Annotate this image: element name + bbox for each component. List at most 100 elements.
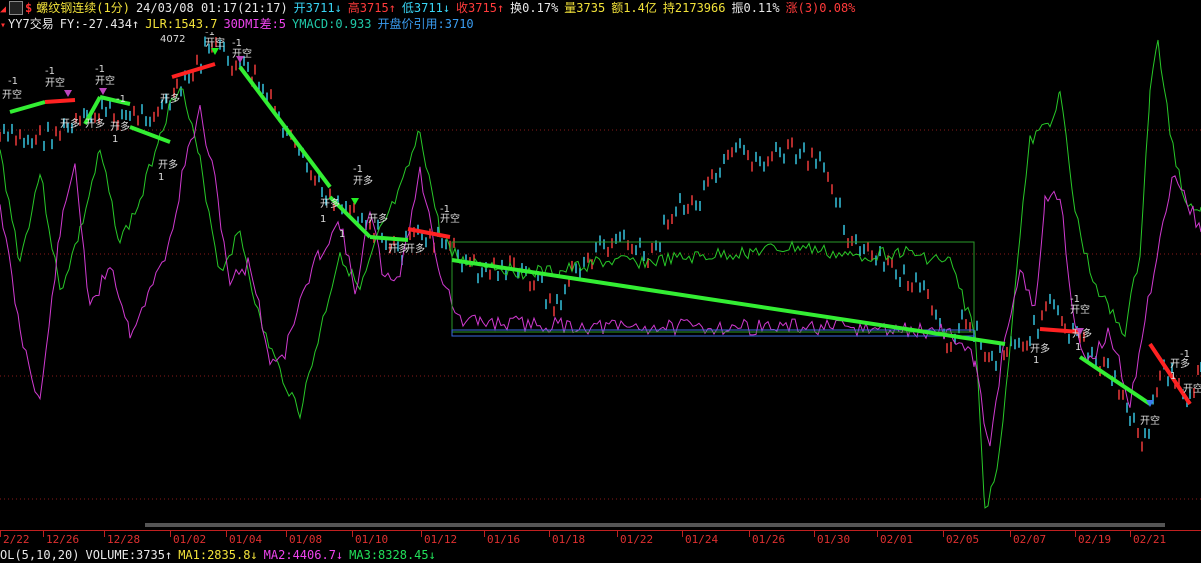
- signal-line: [238, 65, 332, 189]
- signal-annotation: 4072: [160, 34, 185, 45]
- date-tick: [352, 531, 353, 537]
- quote-item-0: 开3711↓: [293, 1, 342, 15]
- date-label: 02/21: [1133, 533, 1167, 546]
- chart-scrollbar[interactable]: [145, 523, 1165, 527]
- signal-annotation: 开空: [95, 74, 115, 87]
- signal-annotation: 开空: [1183, 382, 1201, 395]
- indicator-item-1: JLR:1543.7: [145, 17, 218, 31]
- quote-item-3: 收3715↑: [456, 1, 505, 15]
- indicator-item-3: YMACD:0.933: [292, 17, 372, 31]
- date-label: 12/26: [46, 533, 80, 546]
- signal-annotation: 开多: [320, 197, 340, 210]
- signal-line: [9, 100, 46, 114]
- date-tick: [617, 531, 618, 537]
- signal-annotation: 1: [112, 134, 118, 145]
- indicator-item-0: FY:-27.434↑: [59, 17, 140, 31]
- signal-annotation: 开多: [368, 212, 388, 225]
- signal-annotation: 开多: [405, 242, 425, 255]
- dollar-icon: $: [25, 1, 33, 15]
- quote-item-9: 涨(3)0.08%: [785, 1, 856, 15]
- signal-annotation: 开多: [158, 158, 178, 171]
- indicator-header: ▾ YY7交易 FY:-27.434↑ JLR:1543.7 30DMI差:5 YMACD…: [0, 16, 480, 32]
- quote-item-8: 振0.11%: [731, 1, 780, 15]
- date-tick: [286, 531, 287, 537]
- volume-item-1: MA1:2835.8↓: [178, 548, 258, 562]
- date-tick: [421, 531, 422, 537]
- quote-item-4: 换0.17%: [510, 1, 559, 15]
- signal-annotation: 开空: [1140, 414, 1160, 427]
- date-label: 02/19: [1078, 533, 1112, 546]
- date-label: 02/07: [1013, 533, 1047, 546]
- quote-header: ◢ $ 螺纹钢连续(1分) 24/03/08 01:17(21:17) 开3711↓ 高3…: [0, 0, 861, 16]
- date-tick: [170, 531, 171, 537]
- signal-annotation: -1: [1180, 349, 1190, 360]
- signal-annotation: -1: [95, 64, 105, 75]
- window-box-icon[interactable]: [9, 0, 24, 15]
- menu-triangle-icon[interactable]: ◢: [0, 4, 6, 15]
- date-label: 01/08: [289, 533, 323, 546]
- date-tick: [0, 531, 1, 537]
- volume-item-0: VOLUME:3735↑: [85, 548, 173, 562]
- indicator-values: FY:-27.434↑ JLR:1543.7 30DMI差:5 YMACD:0.933…: [60, 17, 480, 31]
- signal-line: [1078, 355, 1152, 406]
- date-label: 01/12: [424, 533, 458, 546]
- signal-annotation: 开空: [1070, 303, 1090, 316]
- signal-annotation: 1: [158, 172, 164, 183]
- signal-annotation: 开空: [45, 76, 65, 89]
- date-label: 01/04: [229, 533, 263, 546]
- date-tick: [1010, 531, 1011, 537]
- signal-annotation: 1: [320, 214, 326, 225]
- date-label: 01/30: [817, 533, 851, 546]
- signal-annotation: 1: [1033, 355, 1039, 366]
- quote-item-6: 额1.4亿: [611, 1, 657, 15]
- quote-item-2: 低3711↓: [401, 1, 451, 15]
- signal-annotation: -1: [116, 94, 126, 105]
- instrument-title[interactable]: 螺纹钢连续(1分): [36, 0, 130, 16]
- quote-values: 开3711↓ 高3715↑ 低3711↓ 收3715↑ 换0.17% 量3735 额1.4亿…: [294, 1, 862, 15]
- signal-annotation: 开空: [440, 212, 460, 225]
- indicator-menu-icon[interactable]: ▾: [0, 20, 6, 31]
- date-axis: 2/22 12/26 12/28 01/02 01/04 01/08 01/10 01/12 0…: [0, 530, 1201, 548]
- date-label: 02/05: [946, 533, 980, 546]
- date-label: 01/26: [752, 533, 786, 546]
- date-tick: [749, 531, 750, 537]
- signal-annotation: 开空: [205, 36, 225, 49]
- signal-annotation: 开多: [85, 117, 105, 130]
- date-label: 01/16: [487, 533, 521, 546]
- volume-indicator-name[interactable]: OL(5,10,20): [0, 547, 79, 563]
- signal-annotation: -1: [232, 38, 242, 49]
- date-tick: [484, 531, 485, 537]
- signal-line: [44, 98, 76, 104]
- indicator-name[interactable]: YY7交易: [8, 16, 54, 32]
- signal-annotation: -1: [45, 66, 55, 77]
- date-tick: [226, 531, 227, 537]
- signal-annotation: 1: [339, 229, 345, 240]
- date-label: 01/22: [620, 533, 654, 546]
- date-tick: [682, 531, 683, 537]
- signal-line: [451, 258, 1006, 346]
- date-label: 12/28: [107, 533, 141, 546]
- quote-item-1: 高3715↑: [347, 1, 396, 15]
- date-label: 01/24: [685, 533, 719, 546]
- date-tick: [943, 531, 944, 537]
- quote-item-5: 量3735: [564, 1, 606, 15]
- indicator-item-2: 30DMI差:5: [223, 17, 287, 31]
- signal-annotation: 开多: [110, 120, 130, 133]
- indicator-item-4: 开盘价引用:3710: [377, 17, 474, 31]
- date-label: 01/02: [173, 533, 207, 546]
- signal-annotation: 开多: [160, 92, 180, 105]
- signal-annotation: 开多: [1030, 342, 1050, 355]
- kline-chart[interactable]: 4072-1开空 -1开空-1开空-1开空-1开空-1 开多开多 开多 开多1开多1开多…: [0, 32, 1201, 522]
- date-tick: [1130, 531, 1131, 537]
- date-tick: [549, 531, 550, 537]
- quote-item-7: 持2173966: [662, 1, 726, 15]
- volume-values: VOLUME:3735↑ MA1:2835.8↓ MA2:4406.7↓ MA3:83…: [85, 548, 441, 562]
- date-tick: [877, 531, 878, 537]
- date-tick: [814, 531, 815, 537]
- date-tick: [43, 531, 44, 537]
- dmi-diff-line: [0, 104, 1201, 447]
- date-tick: [1075, 531, 1076, 537]
- date-label: 02/01: [880, 533, 914, 546]
- signal-annotation: 开多: [353, 174, 373, 187]
- signal-marker: [64, 90, 72, 97]
